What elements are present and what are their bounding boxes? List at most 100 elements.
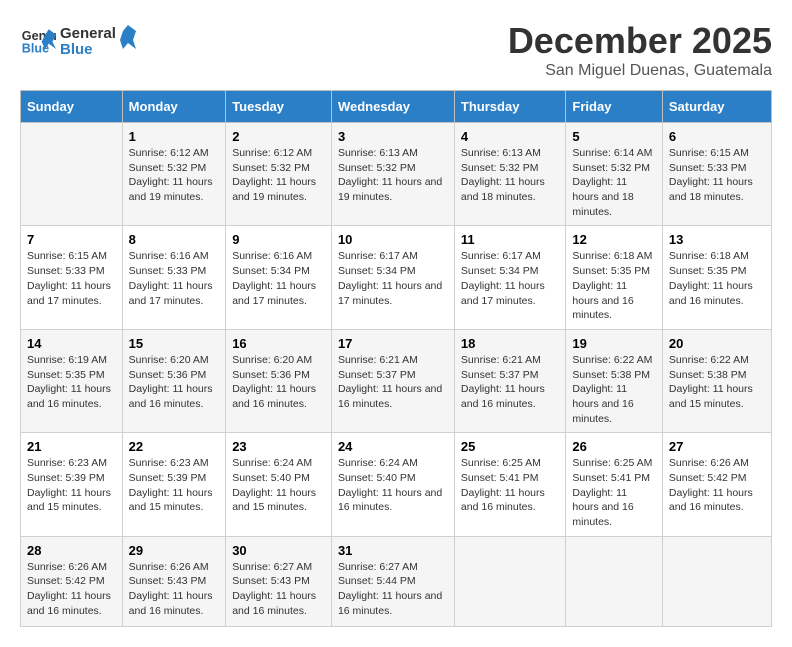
title-block: December 2025 San Miguel Duenas, Guatema…: [508, 20, 772, 80]
day-info: Sunrise: 6:12 AM Sunset: 5:32 PM Dayligh…: [232, 146, 325, 205]
day-info: Sunrise: 6:14 AM Sunset: 5:32 PM Dayligh…: [572, 146, 655, 219]
day-number: 16: [232, 336, 325, 351]
day-info: Sunrise: 6:15 AM Sunset: 5:33 PM Dayligh…: [27, 249, 116, 308]
calendar-cell: 5 Sunrise: 6:14 AM Sunset: 5:32 PM Daylig…: [566, 123, 662, 226]
day-info: Sunrise: 6:27 AM Sunset: 5:44 PM Dayligh…: [338, 560, 448, 619]
calendar-cell: 8Sunrise: 6:16 AM Sunset: 5:33 PM Daylig…: [122, 226, 226, 329]
calendar-cell: 7Sunrise: 6:15 AM Sunset: 5:33 PM Daylig…: [21, 226, 123, 329]
calendar-cell: 12 Sunrise: 6:18 AM Sunset: 5:35 PM Dayli…: [566, 226, 662, 329]
calendar-cell: 20 Sunrise: 6:22 AM Sunset: 5:38 PM Dayli…: [662, 329, 771, 432]
day-number: 1: [129, 129, 220, 144]
day-number: 15: [129, 336, 220, 351]
calendar-cell: 17 Sunrise: 6:21 AM Sunset: 5:37 PM Dayli…: [331, 329, 454, 432]
day-info: Sunrise: 6:20 AM Sunset: 5:36 PM Dayligh…: [129, 353, 220, 412]
calendar-cell: 31 Sunrise: 6:27 AM Sunset: 5:44 PM Dayli…: [331, 536, 454, 626]
calendar-cell: 11 Sunrise: 6:17 AM Sunset: 5:34 PM Dayli…: [454, 226, 565, 329]
day-info: Sunrise: 6:25 AM Sunset: 5:41 PM Dayligh…: [572, 456, 655, 529]
day-info: Sunrise: 6:23 AM Sunset: 5:39 PM Dayligh…: [129, 456, 220, 515]
day-number: 3: [338, 129, 448, 144]
day-number: 21: [27, 439, 116, 454]
day-number: 4: [461, 129, 559, 144]
calendar-cell: 25 Sunrise: 6:25 AM Sunset: 5:41 PM Dayli…: [454, 433, 565, 536]
calendar-cell: 27 Sunrise: 6:26 AM Sunset: 5:42 PM Dayli…: [662, 433, 771, 536]
calendar-cell: 19 Sunrise: 6:22 AM Sunset: 5:38 PM Dayli…: [566, 329, 662, 432]
day-info: Sunrise: 6:17 AM Sunset: 5:34 PM Dayligh…: [338, 249, 448, 308]
day-number: 12: [572, 232, 655, 247]
day-info: Sunrise: 6:18 AM Sunset: 5:35 PM Dayligh…: [572, 249, 655, 322]
day-number: 14: [27, 336, 116, 351]
day-info: Sunrise: 6:24 AM Sunset: 5:40 PM Dayligh…: [338, 456, 448, 515]
header-sunday: Sunday: [21, 91, 123, 123]
logo-svg: General Blue: [60, 20, 140, 60]
day-info: Sunrise: 6:26 AM Sunset: 5:43 PM Dayligh…: [129, 560, 220, 619]
calendar-cell: 23Sunrise: 6:24 AM Sunset: 5:40 PM Dayli…: [226, 433, 332, 536]
day-number: 24: [338, 439, 448, 454]
day-number: 11: [461, 232, 559, 247]
calendar-cell: 6 Sunrise: 6:15 AM Sunset: 5:33 PM Daylig…: [662, 123, 771, 226]
day-number: 20: [669, 336, 765, 351]
header-wednesday: Wednesday: [331, 91, 454, 123]
day-number: 18: [461, 336, 559, 351]
day-info: Sunrise: 6:27 AM Sunset: 5:43 PM Dayligh…: [232, 560, 325, 619]
svg-text:General: General: [60, 25, 116, 42]
day-info: Sunrise: 6:25 AM Sunset: 5:41 PM Dayligh…: [461, 456, 559, 515]
day-number: 23: [232, 439, 325, 454]
day-info: Sunrise: 6:21 AM Sunset: 5:37 PM Dayligh…: [461, 353, 559, 412]
calendar-cell: 15 Sunrise: 6:20 AM Sunset: 5:36 PM Dayli…: [122, 329, 226, 432]
calendar-cell: [454, 536, 565, 626]
location: San Miguel Duenas, Guatemala: [508, 62, 772, 80]
calendar-cell: 21 Sunrise: 6:23 AM Sunset: 5:39 PM Dayli…: [21, 433, 123, 536]
day-number: 6: [669, 129, 765, 144]
svg-text:Blue: Blue: [60, 41, 93, 58]
day-info: Sunrise: 6:26 AM Sunset: 5:42 PM Dayligh…: [27, 560, 116, 619]
day-info: Sunrise: 6:17 AM Sunset: 5:34 PM Dayligh…: [461, 249, 559, 308]
day-info: Sunrise: 6:18 AM Sunset: 5:35 PM Dayligh…: [669, 249, 765, 308]
day-number: 13: [669, 232, 765, 247]
day-number: 27: [669, 439, 765, 454]
calendar-cell: 16 Sunrise: 6:20 AM Sunset: 5:36 PM Dayli…: [226, 329, 332, 432]
day-info: Sunrise: 6:12 AM Sunset: 5:32 PM Dayligh…: [129, 146, 220, 205]
day-number: 10: [338, 232, 448, 247]
day-number: 31: [338, 543, 448, 558]
day-info: Sunrise: 6:21 AM Sunset: 5:37 PM Dayligh…: [338, 353, 448, 412]
day-info: Sunrise: 6:23 AM Sunset: 5:39 PM Dayligh…: [27, 456, 116, 515]
page-header: General Blue General Blue December 2025 …: [20, 20, 772, 80]
day-info: Sunrise: 6:26 AM Sunset: 5:42 PM Dayligh…: [669, 456, 765, 515]
calendar-table: Sunday Monday Tuesday Wednesday Thursday…: [20, 90, 772, 627]
calendar-cell: [21, 123, 123, 226]
day-number: 19: [572, 336, 655, 351]
calendar-cell: 24 Sunrise: 6:24 AM Sunset: 5:40 PM Dayli…: [331, 433, 454, 536]
day-info: Sunrise: 6:19 AM Sunset: 5:35 PM Dayligh…: [27, 353, 116, 412]
calendar-cell: 1 Sunrise: 6:12 AM Sunset: 5:32 PM Daylig…: [122, 123, 226, 226]
calendar-cell: 29 Sunrise: 6:26 AM Sunset: 5:43 PM Dayli…: [122, 536, 226, 626]
day-number: 17: [338, 336, 448, 351]
day-number: 9: [232, 232, 325, 247]
day-number: 28: [27, 543, 116, 558]
calendar-cell: 28 Sunrise: 6:26 AM Sunset: 5:42 PM Dayli…: [21, 536, 123, 626]
logo: General Blue General Blue: [20, 20, 140, 60]
day-number: 25: [461, 439, 559, 454]
day-number: 5: [572, 129, 655, 144]
calendar-cell: 4 Sunrise: 6:13 AM Sunset: 5:32 PM Daylig…: [454, 123, 565, 226]
calendar-cell: 2 Sunrise: 6:12 AM Sunset: 5:32 PM Daylig…: [226, 123, 332, 226]
header-friday: Friday: [566, 91, 662, 123]
day-number: 26: [572, 439, 655, 454]
calendar-cell: 18 Sunrise: 6:21 AM Sunset: 5:37 PM Dayli…: [454, 329, 565, 432]
calendar-cell: 30 Sunrise: 6:27 AM Sunset: 5:43 PM Dayli…: [226, 536, 332, 626]
calendar-cell: [566, 536, 662, 626]
day-number: 29: [129, 543, 220, 558]
day-info: Sunrise: 6:16 AM Sunset: 5:34 PM Dayligh…: [232, 249, 325, 308]
day-number: 22: [129, 439, 220, 454]
calendar-cell: 13 Sunrise: 6:18 AM Sunset: 5:35 PM Dayli…: [662, 226, 771, 329]
day-info: Sunrise: 6:20 AM Sunset: 5:36 PM Dayligh…: [232, 353, 325, 412]
day-info: Sunrise: 6:22 AM Sunset: 5:38 PM Dayligh…: [572, 353, 655, 426]
day-number: 2: [232, 129, 325, 144]
calendar-header: Sunday Monday Tuesday Wednesday Thursday…: [21, 91, 772, 123]
header-saturday: Saturday: [662, 91, 771, 123]
day-number: 30: [232, 543, 325, 558]
day-info: Sunrise: 6:15 AM Sunset: 5:33 PM Dayligh…: [669, 146, 765, 205]
day-info: Sunrise: 6:13 AM Sunset: 5:32 PM Dayligh…: [461, 146, 559, 205]
calendar-cell: 26 Sunrise: 6:25 AM Sunset: 5:41 PM Dayli…: [566, 433, 662, 536]
calendar-cell: 9 Sunrise: 6:16 AM Sunset: 5:34 PM Daylig…: [226, 226, 332, 329]
day-info: Sunrise: 6:22 AM Sunset: 5:38 PM Dayligh…: [669, 353, 765, 412]
